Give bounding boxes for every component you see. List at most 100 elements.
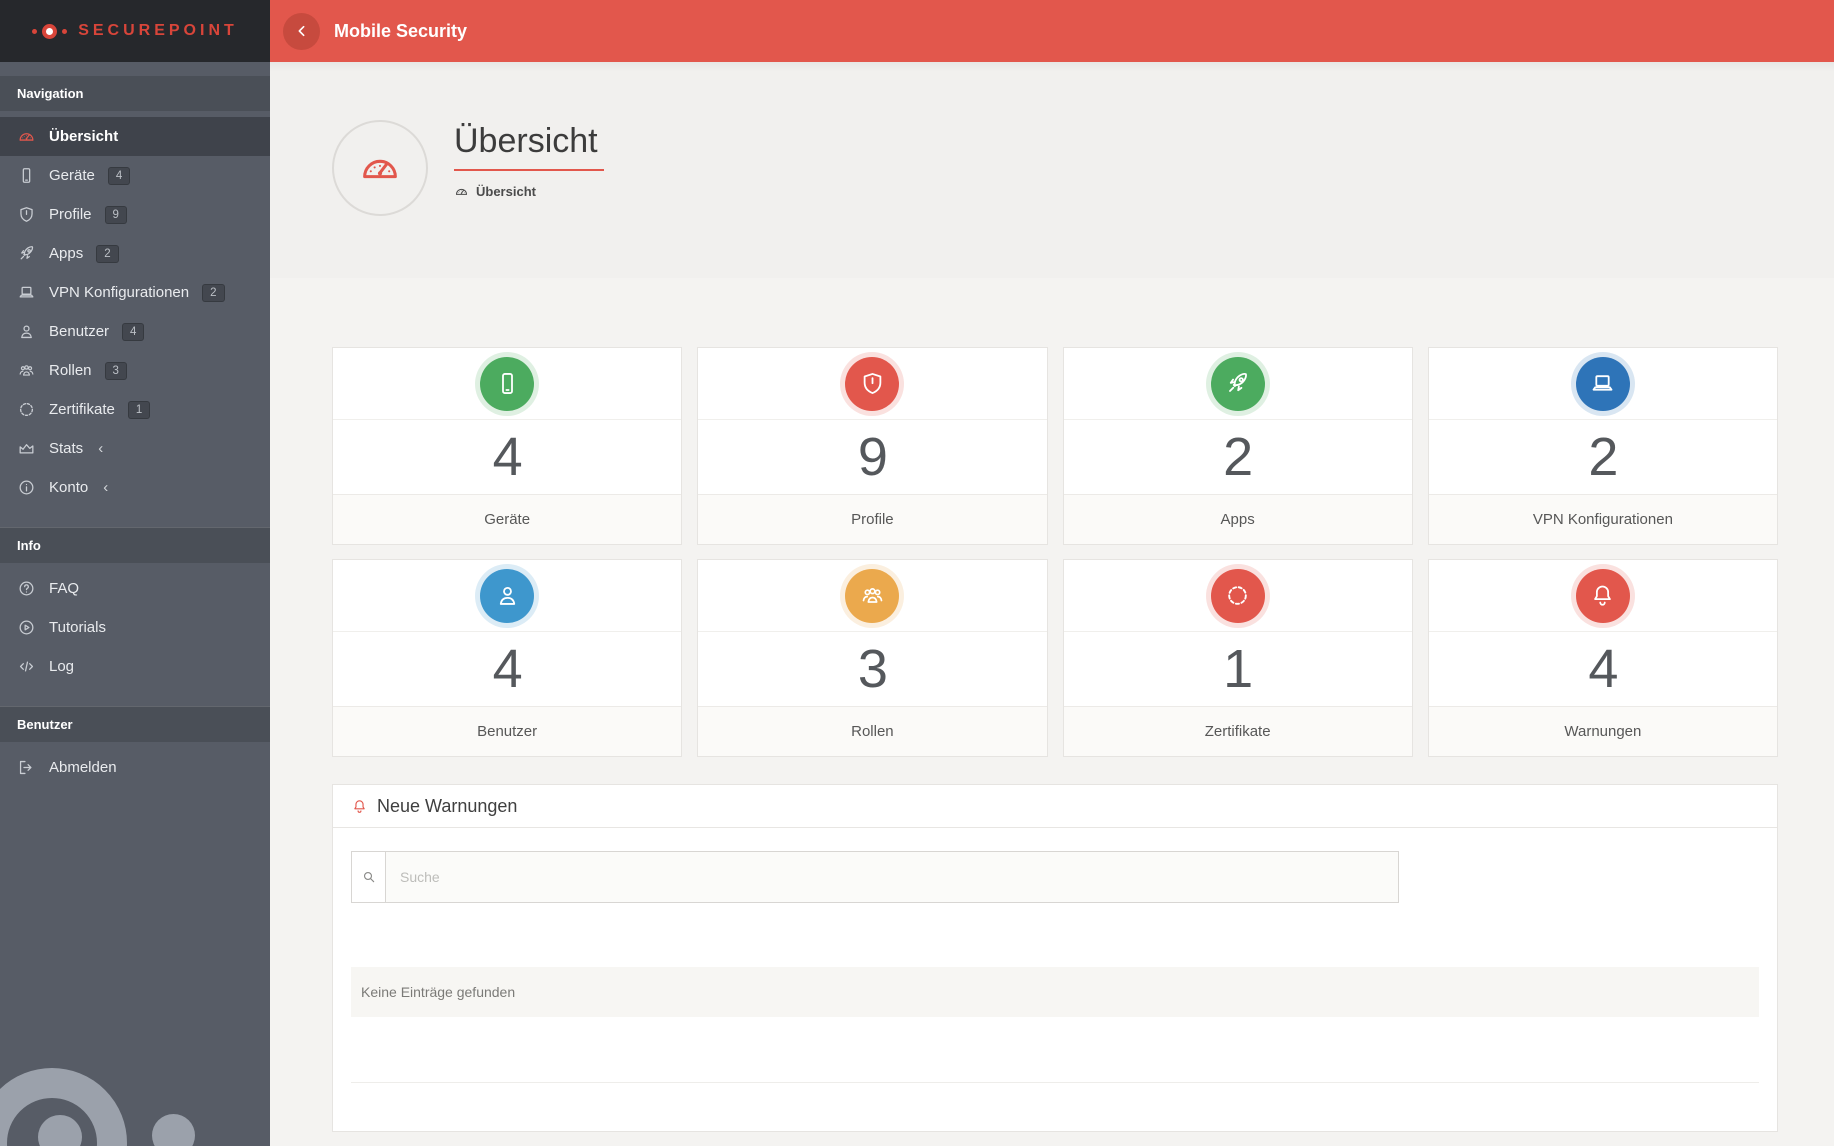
shield-icon	[845, 356, 900, 411]
empty-table-row	[351, 1017, 1759, 1083]
stat-label: Zertifikate	[1063, 706, 1412, 756]
stat-count: 3	[857, 639, 888, 699]
breadcrumb-label: Übersicht	[476, 184, 536, 199]
sidebar-item-zertifikate[interactable]: Zertifikate 1	[0, 390, 270, 429]
count-badge: 2	[202, 283, 225, 302]
stat-label: Profile	[698, 494, 1047, 544]
sidebar-item-benutzer[interactable]: Benutzer 4	[0, 312, 270, 351]
sidebar-item-label: Stats	[49, 440, 84, 457]
rocket-icon	[1210, 356, 1265, 411]
stat-card-zertifikate[interactable]: 1 Zertifikate	[1062, 559, 1413, 757]
chevron-left-icon: ‹	[103, 479, 109, 496]
warnings-panel-header: Neue Warnungen	[333, 785, 1777, 828]
sidebar-item-vpn-konfigurationen[interactable]: VPN Konfigurationen 2	[0, 273, 270, 312]
sidebar-item-label: Konto	[49, 479, 89, 496]
page-title: Übersicht	[454, 122, 604, 171]
sidebar: SECUREPOINT Navigation Übersicht Geräte …	[0, 0, 270, 1146]
sidebar-item-label: Profile	[49, 206, 92, 223]
bell-icon	[1575, 568, 1630, 623]
count-badge: 3	[104, 361, 127, 380]
stat-count: 4	[492, 427, 523, 487]
logout-icon	[17, 758, 36, 777]
sidebar-item-label: Apps	[49, 245, 84, 262]
sidebar-item-geraete[interactable]: Geräte 4	[0, 156, 270, 195]
sidebar-item-label: Benutzer	[49, 323, 110, 340]
count-badge: 4	[107, 166, 131, 185]
chevron-left-icon: ‹	[98, 440, 104, 457]
stat-label: Rollen	[698, 706, 1047, 756]
stat-label: Geräte	[333, 494, 682, 544]
stat-label: Apps	[1063, 494, 1412, 544]
code-icon	[17, 657, 36, 676]
sidebar-item-apps[interactable]: Apps 2	[0, 234, 270, 273]
main-area: Mobile Security Übersicht Übersicht 4 Ge…	[270, 0, 1834, 1146]
dashboard-icon	[456, 188, 467, 195]
sidebar-item-profile[interactable]: Profile 9	[0, 195, 270, 234]
stat-count: 9	[857, 427, 888, 487]
count-badge: 9	[104, 205, 127, 224]
page-header: Übersicht Übersicht	[270, 62, 1834, 278]
sidebar-item-abmelden[interactable]: Abmelden	[0, 748, 270, 787]
sidebar-item-stats[interactable]: Stats ‹	[0, 429, 270, 468]
info-icon	[17, 478, 36, 497]
sidebar-item-label: FAQ	[49, 580, 80, 597]
count-badge: 2	[96, 244, 119, 263]
sidebar-item-tutorials[interactable]: Tutorials	[0, 608, 270, 647]
stat-count: 4	[1588, 639, 1618, 699]
stat-card-vpn-konfigurationen[interactable]: 2 VPN Konfigurationen	[1427, 347, 1778, 545]
user-icon	[480, 568, 535, 623]
sidebar-item-faq[interactable]: FAQ	[0, 569, 270, 608]
topbar: Mobile Security	[270, 0, 1834, 62]
stat-label: VPN Konfigurationen	[1428, 494, 1777, 544]
chevron-left-icon	[298, 25, 304, 37]
topbar-title: Mobile Security	[334, 20, 468, 41]
count-badge: 1	[127, 400, 151, 419]
brand-ring-icon	[42, 23, 58, 39]
stat-card-profile[interactable]: 9 Profile	[697, 347, 1048, 545]
nav-list-benutzer: Abmelden	[0, 742, 270, 793]
nav-section-info: Info	[0, 527, 270, 563]
count-badge: 4	[122, 322, 145, 341]
brand-right-dot-icon	[62, 28, 68, 34]
warnings-panel: Neue Warnungen Keine Einträge gefunden	[332, 784, 1778, 1132]
phone-icon	[17, 166, 36, 185]
back-button[interactable]	[283, 12, 320, 50]
search-bar	[351, 851, 1399, 903]
laptop-icon	[17, 283, 36, 302]
brand-left-dot-icon	[32, 28, 38, 34]
stat-count: 2	[1223, 427, 1253, 487]
sidebar-item-label: Geräte	[49, 167, 95, 184]
brand-name: SECUREPOINT	[78, 22, 238, 39]
breadcrumb[interactable]: Übersicht	[454, 184, 604, 199]
laptop-icon	[1575, 356, 1630, 411]
sidebar-item-label: Rollen	[49, 362, 92, 379]
nav-section-navigation: Navigation	[0, 76, 270, 111]
warnings-panel-body: Keine Einträge gefunden	[333, 828, 1777, 1131]
nav-section-benutzer: Benutzer	[0, 706, 270, 742]
stat-card-rollen[interactable]: 3 Rollen	[697, 559, 1048, 757]
dashboard-icon	[332, 120, 428, 216]
nav-list-navigation: Übersicht Geräte 4 Profile 9 Apps 2 VPN …	[0, 111, 270, 513]
stats-cards: 4 Geräte 9 Profile 2 Apps 2 VPN Konfigur	[332, 347, 1778, 757]
sidebar-item-log[interactable]: Log	[0, 647, 270, 686]
brand-logo[interactable]: SECUREPOINT	[0, 0, 270, 62]
stat-card-apps[interactable]: 2 Apps	[1062, 347, 1413, 545]
user-icon	[17, 322, 36, 341]
app-window: SECUREPOINT Navigation Übersicht Geräte …	[0, 0, 1834, 1146]
stat-card-geraete[interactable]: 4 Geräte	[332, 347, 683, 545]
nav-list-info: FAQ Tutorials Log	[0, 563, 270, 692]
search-input[interactable]	[385, 851, 1399, 903]
empty-state-message: Keine Einträge gefunden	[351, 967, 1759, 1017]
stat-count: 2	[1588, 427, 1618, 487]
chart-icon	[17, 439, 36, 458]
sidebar-item-label: Abmelden	[49, 759, 117, 776]
sidebar-item-label: Übersicht	[49, 128, 119, 145]
warnings-panel-title: Neue Warnungen	[377, 795, 518, 816]
stat-card-warnungen[interactable]: 4 Warnungen	[1427, 559, 1778, 757]
stat-card-benutzer[interactable]: 4 Benutzer	[332, 559, 683, 757]
sidebar-item-konto[interactable]: Konto ‹	[0, 468, 270, 507]
sidebar-item-label: Tutorials	[49, 619, 106, 636]
sidebar-item-uebersicht[interactable]: Übersicht	[0, 117, 270, 156]
sidebar-item-label: Zertifikate	[49, 401, 115, 418]
sidebar-item-rollen[interactable]: Rollen 3	[0, 351, 270, 390]
